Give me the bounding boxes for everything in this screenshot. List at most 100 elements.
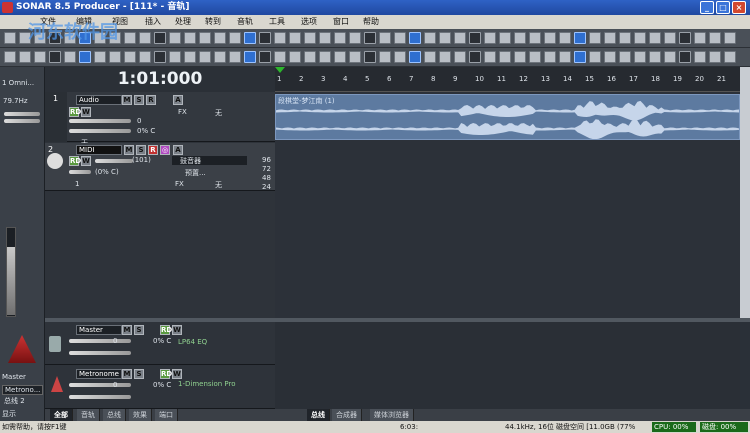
bus-name[interactable]: Metronome bbox=[76, 369, 122, 379]
toolbar-button-icon[interactable] bbox=[499, 51, 511, 63]
instrument-name[interactable]: 鼓音器 bbox=[180, 156, 201, 166]
bus-name[interactable]: Master bbox=[76, 325, 122, 335]
vertical-scrollbar[interactable] bbox=[740, 67, 750, 322]
toolbar-button-icon[interactable] bbox=[34, 51, 46, 63]
toolbar-button-icon[interactable] bbox=[439, 32, 451, 44]
toolbar-button-icon[interactable] bbox=[79, 51, 91, 63]
toolbar-button-icon[interactable] bbox=[544, 32, 556, 44]
toolbar-button-icon[interactable] bbox=[574, 32, 586, 44]
maximize-button[interactable]: □ bbox=[716, 1, 730, 14]
toolbar-button-icon[interactable] bbox=[304, 51, 316, 63]
toolbar-button-icon[interactable] bbox=[244, 32, 256, 44]
toolbar-button-icon[interactable] bbox=[559, 32, 571, 44]
toolbar-button-icon[interactable] bbox=[199, 51, 211, 63]
toolbar-button-icon[interactable] bbox=[394, 51, 406, 63]
toolbar-button-icon[interactable] bbox=[184, 51, 196, 63]
toolbar-button-icon[interactable] bbox=[619, 51, 631, 63]
toolbar-button-icon[interactable] bbox=[349, 51, 361, 63]
left-pan-slider[interactable] bbox=[4, 119, 40, 123]
tab-buses[interactable]: 总线 bbox=[103, 409, 126, 421]
metronome-select[interactable]: Metrono... bbox=[2, 385, 44, 395]
toolbar-button-icon[interactable] bbox=[169, 51, 181, 63]
toolbar-button-icon[interactable] bbox=[664, 32, 676, 44]
toolbar-button-icon[interactable] bbox=[364, 32, 376, 44]
track-name-field[interactable]: MIDI bbox=[76, 145, 122, 155]
toolbar-button-icon[interactable] bbox=[499, 32, 511, 44]
pan-slider[interactable] bbox=[69, 351, 131, 355]
toolbar-button-icon[interactable] bbox=[424, 51, 436, 63]
toolbar-button-icon[interactable] bbox=[124, 51, 136, 63]
read-button[interactable]: RD bbox=[69, 156, 81, 166]
toolbar-button-icon[interactable] bbox=[334, 32, 346, 44]
mute-button[interactable]: M bbox=[122, 325, 132, 335]
audio-clip[interactable]: 段棋堂-梦江南 (1) bbox=[275, 94, 740, 140]
toolbar-button-icon[interactable] bbox=[679, 32, 691, 44]
tab-tracks[interactable]: 音轨 bbox=[77, 409, 100, 421]
toolbar-button-icon[interactable] bbox=[694, 32, 706, 44]
toolbar-button-icon[interactable] bbox=[544, 51, 556, 63]
toolbar-button-icon[interactable] bbox=[709, 51, 721, 63]
toolbar-button-icon[interactable] bbox=[559, 51, 571, 63]
toolbar-button-icon[interactable] bbox=[514, 32, 526, 44]
volume-slider[interactable] bbox=[69, 339, 131, 343]
clips-pane[interactable]: 段棋堂-梦江南 (1) bbox=[275, 92, 740, 318]
timeline-ruler[interactable]: 1 2 3 4 5 6 7 8 9 10 11 12 13 14 15 16 17 18 19 20 21 bbox=[275, 67, 740, 92]
automation-button[interactable]: A bbox=[173, 145, 183, 155]
track-midi[interactable]: 2 MIDI M S R ◎ A RD W (101) (0% C) 1 鼓音器… bbox=[45, 143, 275, 191]
toolbar-button-icon[interactable] bbox=[439, 51, 451, 63]
toolbar-button-icon[interactable] bbox=[454, 51, 466, 63]
toolbar-button-icon[interactable] bbox=[409, 51, 421, 63]
metronome-icon[interactable] bbox=[8, 335, 36, 363]
toolbar-button-icon[interactable] bbox=[319, 32, 331, 44]
pan-slider[interactable] bbox=[69, 170, 91, 174]
toolbar-button-icon[interactable] bbox=[634, 51, 646, 63]
toolbar-button-icon[interactable] bbox=[199, 32, 211, 44]
read-button[interactable]: RD bbox=[160, 369, 172, 379]
toolbar-button-icon[interactable] bbox=[589, 51, 601, 63]
toolbar-button-icon[interactable] bbox=[304, 32, 316, 44]
toolbar-button-icon[interactable] bbox=[709, 32, 721, 44]
write-button[interactable]: W bbox=[81, 156, 91, 166]
menu-options[interactable]: 选项 bbox=[301, 16, 317, 27]
menu-tools[interactable]: 工具 bbox=[269, 16, 285, 27]
toolbar-button-icon[interactable] bbox=[229, 51, 241, 63]
toolbar-button-icon[interactable] bbox=[139, 51, 151, 63]
channel-value[interactable]: 1 bbox=[75, 180, 79, 188]
read-button[interactable]: RD bbox=[160, 325, 172, 335]
mute-button[interactable]: M bbox=[122, 95, 132, 105]
solo-button[interactable]: S bbox=[134, 325, 144, 335]
display-label[interactable]: 显示 bbox=[2, 409, 16, 419]
toolbar-button-icon[interactable] bbox=[259, 32, 271, 44]
bus-metronome[interactable]: Metronome M S RD W 0 0% C 1-Dimension Pr… bbox=[45, 366, 275, 409]
minimize-button[interactable]: _ bbox=[700, 1, 714, 14]
toolbar-button-icon[interactable] bbox=[529, 51, 541, 63]
toolbar-button-icon[interactable] bbox=[229, 32, 241, 44]
automation-button[interactable]: A bbox=[173, 95, 183, 105]
toolbar-button-icon[interactable] bbox=[604, 51, 616, 63]
toolbar-button-icon[interactable] bbox=[574, 51, 586, 63]
toolbar-button-icon[interactable] bbox=[379, 51, 391, 63]
volume-slider[interactable] bbox=[69, 383, 131, 387]
toolbar-button-icon[interactable] bbox=[4, 51, 16, 63]
plugin-name[interactable]: LP64 EQ bbox=[178, 338, 207, 346]
toolbar-button-icon[interactable] bbox=[484, 32, 496, 44]
toolbar-button-icon[interactable] bbox=[319, 51, 331, 63]
record-button[interactable]: R bbox=[146, 95, 156, 105]
plugin-name[interactable]: 1-Dimension Pro bbox=[178, 380, 236, 388]
toolbar-button-icon[interactable] bbox=[424, 32, 436, 44]
menu-goto[interactable]: 转到 bbox=[205, 16, 221, 27]
toolbar-button-icon[interactable] bbox=[619, 32, 631, 44]
toolbar-button-icon[interactable] bbox=[604, 32, 616, 44]
toolbar-button-icon[interactable] bbox=[484, 51, 496, 63]
toolbar-button-icon[interactable] bbox=[649, 32, 661, 44]
input-echo-button[interactable]: ◎ bbox=[160, 145, 170, 155]
solo-button[interactable]: S bbox=[134, 95, 144, 105]
toolbar-button-icon[interactable] bbox=[244, 51, 256, 63]
now-marker-icon[interactable] bbox=[275, 67, 285, 73]
toolbar-button-icon[interactable] bbox=[289, 51, 301, 63]
toolbar-button-icon[interactable] bbox=[679, 51, 691, 63]
volume-slider[interactable] bbox=[95, 159, 133, 163]
tab-all[interactable]: 全部 bbox=[50, 409, 73, 421]
toolbar-button-icon[interactable] bbox=[64, 51, 76, 63]
toolbar-button-icon[interactable] bbox=[274, 32, 286, 44]
